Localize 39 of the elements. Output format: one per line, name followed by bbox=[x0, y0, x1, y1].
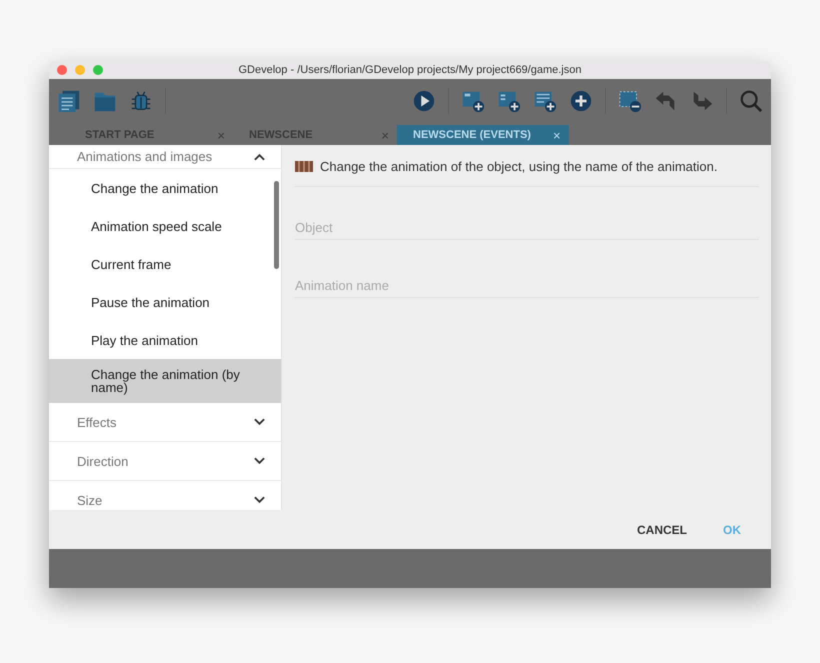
play-icon[interactable] bbox=[412, 89, 436, 113]
plus-circle-icon[interactable] bbox=[569, 89, 593, 113]
category-label: Animations and images bbox=[77, 149, 212, 164]
chevron-down-icon bbox=[254, 496, 265, 504]
chevron-down-icon bbox=[254, 418, 265, 426]
scrollbar[interactable] bbox=[274, 181, 279, 269]
remove-selection-icon[interactable] bbox=[618, 89, 642, 113]
zoom-window-button[interactable] bbox=[93, 65, 103, 75]
window-title: GDevelop - /Users/florian/GDevelop projects/My project669/game.json bbox=[238, 64, 582, 76]
instruction-item[interactable]: Pause the animation bbox=[49, 283, 281, 321]
document-list-icon[interactable] bbox=[57, 89, 81, 113]
film-strip-icon bbox=[295, 161, 313, 172]
close-window-button[interactable] bbox=[57, 65, 67, 75]
category-label: Size bbox=[77, 492, 102, 508]
bug-icon[interactable] bbox=[129, 89, 153, 113]
chevron-down-icon bbox=[254, 457, 265, 465]
instruction-item[interactable]: Current frame bbox=[49, 245, 281, 283]
chevron-up-icon bbox=[254, 152, 265, 160]
input-field[interactable]: Animation name bbox=[295, 278, 759, 298]
add-object-icon[interactable] bbox=[497, 89, 521, 113]
category-header[interactable]: Effects bbox=[49, 403, 281, 442]
instruction-item[interactable]: Play the animation bbox=[49, 321, 281, 359]
tab[interactable]: NEWSCENE (EVENTS) × bbox=[397, 125, 569, 145]
category-header[interactable]: Direction bbox=[49, 442, 281, 481]
tab-label: NEWSCENE (EVENTS) bbox=[413, 129, 531, 141]
close-tab-button[interactable]: × bbox=[552, 128, 561, 142]
instruction-item[interactable]: Change the animation bbox=[49, 169, 281, 207]
category-label: Direction bbox=[77, 454, 128, 468]
category-header[interactable]: Animations and images bbox=[49, 145, 281, 169]
category-label: Effects bbox=[77, 414, 117, 430]
instruction-item[interactable]: Animation speed scale bbox=[49, 207, 281, 245]
add-list-icon[interactable] bbox=[533, 89, 557, 113]
instruction-item[interactable]: Change the animation (by name) bbox=[49, 359, 281, 403]
input-field[interactable]: Object bbox=[295, 220, 759, 240]
add-scene-icon[interactable] bbox=[461, 89, 485, 113]
search-icon[interactable] bbox=[739, 89, 763, 113]
cancel-button[interactable]: CANCEL bbox=[629, 516, 695, 542]
category-header[interactable]: Size bbox=[49, 481, 281, 510]
instruction-description: Change the animation of the object, using the name of the animation. bbox=[320, 159, 718, 174]
